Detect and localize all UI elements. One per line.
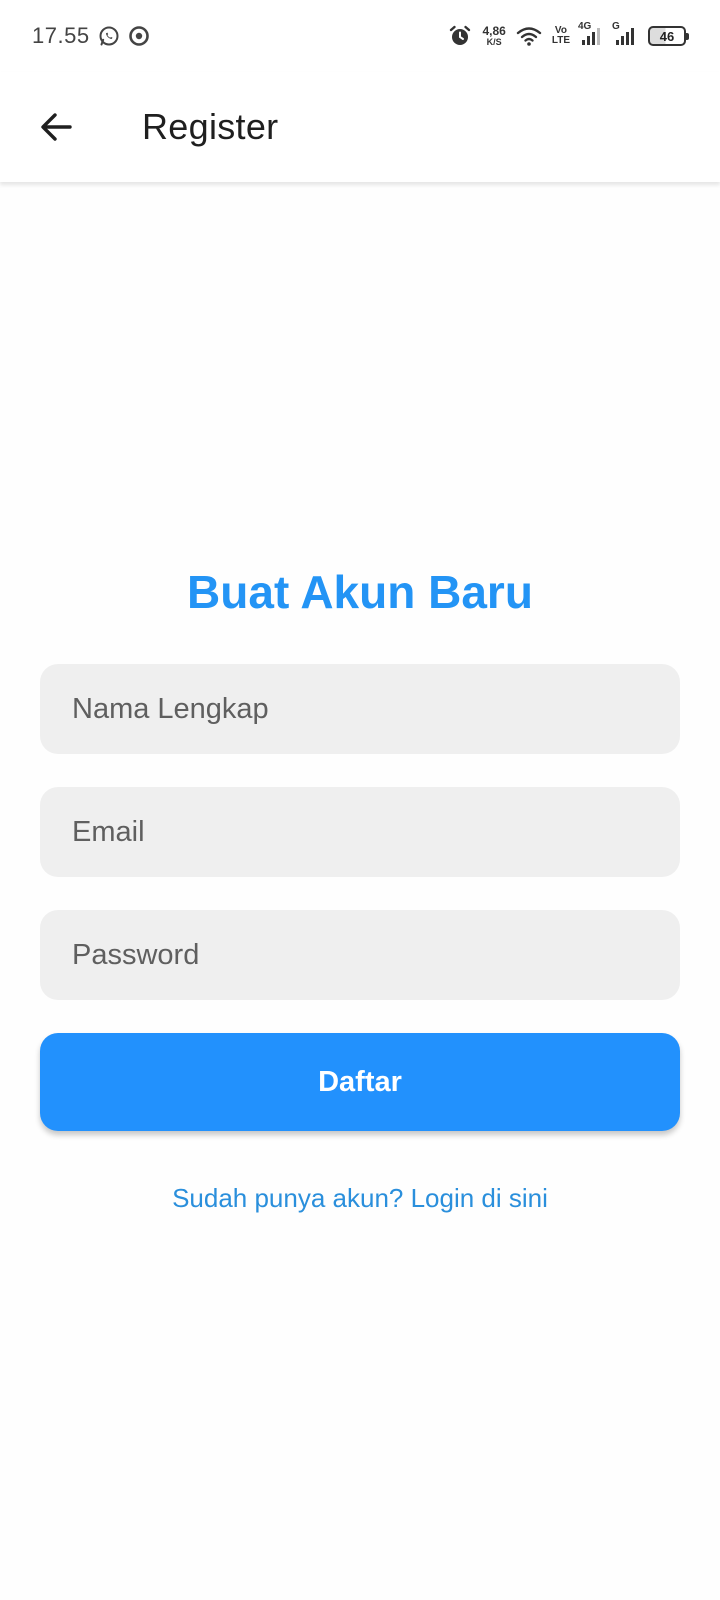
alarm-icon xyxy=(448,24,472,48)
back-button[interactable] xyxy=(26,97,86,157)
whatsapp-icon xyxy=(98,25,120,47)
signal-icon: 4G xyxy=(578,21,604,47)
sim1-network-type: 4G xyxy=(578,21,592,32)
password-input[interactable] xyxy=(40,910,680,1000)
battery-icon: 46 xyxy=(648,26,689,46)
volte-indicator: Vo LTE xyxy=(552,26,570,46)
signal-icon-sim2: G xyxy=(612,21,638,47)
volte-bottom: LTE xyxy=(551,35,570,46)
app-bar: Register xyxy=(0,72,720,182)
email-input[interactable] xyxy=(40,787,680,877)
status-left: 17.55 xyxy=(32,23,150,49)
network-speed: 4,86 K/S xyxy=(482,25,505,47)
battery-level: 46 xyxy=(659,28,675,44)
sim2-network-type: G xyxy=(612,21,620,32)
form-heading: Buat Akun Baru xyxy=(187,566,533,618)
network-speed-unit: K/S xyxy=(486,37,502,47)
network-speed-value: 4,86 xyxy=(482,24,506,38)
wifi-icon xyxy=(516,25,542,47)
register-form: Buat Akun Baru Daftar Sudah punya akun? … xyxy=(40,540,680,1214)
login-link[interactable]: Sudah punya akun? Login di sini xyxy=(40,1183,680,1214)
status-right: 4,86 K/S Vo LTE 4G G 46 xyxy=(448,21,689,48)
page-title: Register xyxy=(142,106,279,147)
arrow-left-icon xyxy=(38,109,74,145)
full-name-input[interactable] xyxy=(40,664,680,754)
register-button[interactable]: Daftar xyxy=(40,1033,680,1131)
status-time: 17.55 xyxy=(32,23,90,48)
status-bar: 17.55 4,86 K/S Vo LTE 4G G 46 xyxy=(0,0,720,72)
app-notification-icon xyxy=(128,25,150,47)
